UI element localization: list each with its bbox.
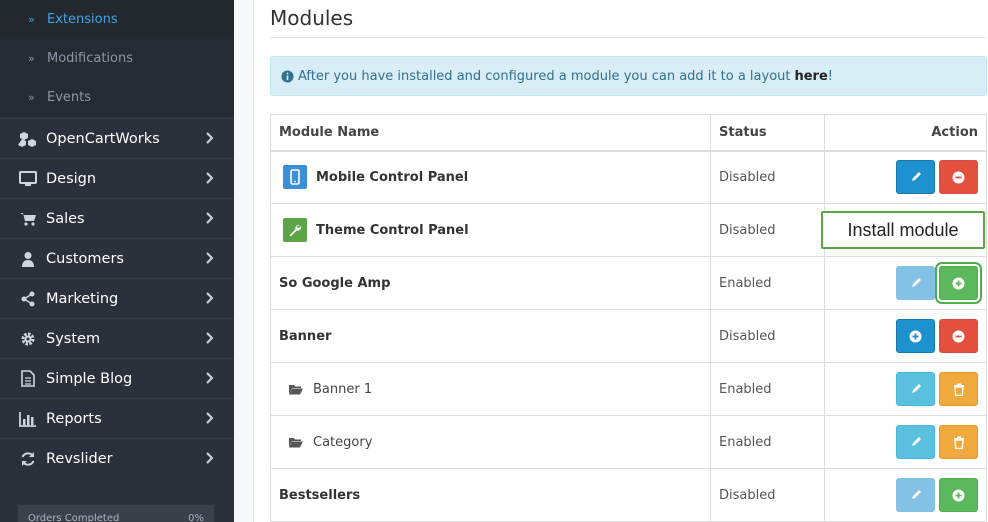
modules-table: Module Name Status Action Mobile Control… <box>270 114 987 522</box>
add-button[interactable] <box>896 319 935 353</box>
orders-progress: Orders Completed 0% <box>18 505 214 522</box>
uninstall-button[interactable] <box>939 160 978 195</box>
table-row: Category Enabled <box>270 415 987 469</box>
divider <box>270 37 986 38</box>
plus-circle-icon <box>909 330 922 342</box>
column-header-name: Module Name <box>270 114 711 152</box>
uninstall-button[interactable] <box>939 319 978 353</box>
table-row: Banner 1 Enabled <box>270 362 987 416</box>
sidebar-item-revslider[interactable]: Revslider <box>0 438 234 478</box>
folder-open-icon <box>289 384 303 394</box>
module-status: Disabled <box>710 468 825 522</box>
pencil-icon <box>911 172 921 182</box>
edit-button[interactable] <box>896 425 935 459</box>
table-row: Banner Disabled <box>270 309 987 363</box>
chevron-right-icon <box>206 372 214 384</box>
sidebar-item-marketing[interactable]: Marketing <box>0 278 234 318</box>
delete-button[interactable] <box>939 425 978 459</box>
double-chevron-right-icon: » <box>28 52 35 65</box>
monitor-icon <box>18 170 38 188</box>
table-row: Bestsellers Disabled <box>270 468 987 522</box>
module-name: Banner 1 <box>313 381 373 397</box>
wrench-icon <box>283 218 307 242</box>
trash-icon <box>953 436 964 449</box>
double-chevron-right-icon: » <box>28 13 35 26</box>
chevron-right-icon <box>206 252 214 264</box>
sidebar-subitem-modifications[interactable]: » Modifications <box>0 39 234 78</box>
module-name: So Google Amp <box>279 275 391 291</box>
table-header-row: Module Name Status Action <box>270 114 987 152</box>
mobile-icon <box>283 165 307 190</box>
sidebar-subitem-events[interactable]: » Events <box>0 78 234 117</box>
pencil-icon <box>911 490 921 499</box>
refresh-icon <box>18 450 38 468</box>
chevron-right-icon <box>206 412 214 424</box>
pencil-icon <box>911 437 921 446</box>
gear-icon <box>18 330 38 348</box>
minus-circle-icon <box>952 330 965 342</box>
pencil-icon <box>911 278 921 287</box>
sidebar-item-customers[interactable]: Customers <box>0 238 234 278</box>
sidebar-item-reports[interactable]: Reports <box>0 398 234 438</box>
chevron-right-icon <box>206 292 214 304</box>
edit-button[interactable] <box>896 266 935 300</box>
edit-button[interactable] <box>896 160 935 195</box>
folder-open-icon <box>289 437 303 447</box>
document-icon <box>18 370 38 388</box>
cart-icon <box>18 210 38 228</box>
delete-button[interactable] <box>939 372 978 406</box>
install-module-callout: Install module <box>821 211 985 249</box>
info-circle-icon <box>281 69 294 83</box>
share-icon <box>18 290 38 308</box>
table-row: Mobile Control Panel Disabled <box>270 150 987 204</box>
module-status: Enabled <box>710 256 825 310</box>
column-header-action: Action <box>824 114 987 152</box>
sidebar-item-simple-blog[interactable]: Simple Blog <box>0 358 234 398</box>
edit-button[interactable] <box>896 372 935 406</box>
chevron-right-icon <box>206 332 214 344</box>
chevron-right-icon <box>206 452 214 464</box>
chevron-right-icon <box>206 132 214 144</box>
chevron-right-icon <box>206 212 214 224</box>
sidebar-item-sales[interactable]: Sales <box>0 198 234 238</box>
cubes-icon <box>18 130 38 148</box>
module-status: Enabled <box>710 415 825 469</box>
sidebar-subitem-extensions[interactable]: » Extensions <box>0 0 234 39</box>
module-name: Mobile Control Panel <box>316 169 469 185</box>
module-status: Disabled <box>710 150 825 204</box>
sidebar-item-opencartworks[interactable]: OpenCartWorks <box>0 118 234 158</box>
module-name: Category <box>313 434 373 450</box>
install-button[interactable] <box>935 262 982 304</box>
module-status: Enabled <box>710 362 825 416</box>
column-header-status: Status <box>710 114 825 152</box>
module-status: Disabled <box>710 309 825 363</box>
sidebar-item-system[interactable]: System <box>0 318 234 358</box>
module-name: Bestsellers <box>279 487 361 503</box>
user-icon <box>18 250 38 268</box>
edit-button[interactable] <box>896 478 935 512</box>
table-row: So Google Amp Enabled <box>270 256 987 310</box>
info-alert: After you have installed and configured … <box>270 56 987 96</box>
module-name: Theme Control Panel <box>316 222 469 238</box>
module-name: Banner <box>279 328 332 344</box>
install-button[interactable] <box>939 478 978 512</box>
minus-circle-icon <box>952 171 965 184</box>
layout-link[interactable]: here <box>794 69 827 84</box>
sidebar-item-design[interactable]: Design <box>0 158 234 198</box>
main-content: Modules After you have installed and con… <box>234 0 988 522</box>
pencil-icon <box>911 384 921 393</box>
bar-chart-icon <box>18 410 38 428</box>
module-status: Disabled <box>710 203 825 257</box>
chevron-right-icon <box>206 172 214 184</box>
plus-circle-icon <box>952 277 965 289</box>
double-chevron-right-icon: » <box>28 91 35 104</box>
sidebar: » Extensions » Modifications » Events Op… <box>0 0 234 522</box>
page-title: Modules <box>270 6 354 30</box>
trash-icon <box>953 383 964 396</box>
plus-circle-icon <box>952 489 965 501</box>
